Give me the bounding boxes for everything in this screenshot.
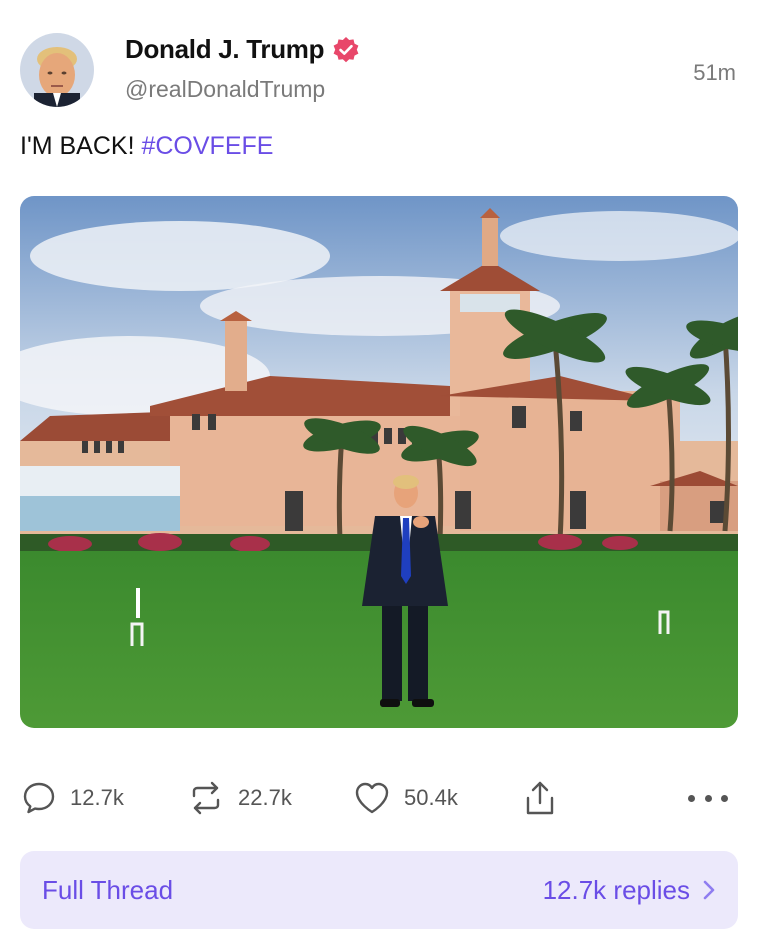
repost-icon [192,781,220,815]
more-icon[interactable] [688,782,728,814]
author-name[interactable]: Donald J. Trump [125,34,324,65]
hashtag-link[interactable]: #COVFEFE [141,132,273,160]
like-button[interactable]: 50.4k [354,778,458,818]
more-dot [704,794,712,802]
post-text: I'M BACK! #COVFEFE [20,132,273,161]
avatar-image [20,33,94,107]
share-button[interactable] [524,778,556,818]
more-dot [688,794,695,802]
like-count: 50.4k [404,785,458,810]
reply-icon [23,782,55,814]
reply-button[interactable]: 12.7k [22,778,124,818]
share-icon [526,781,554,815]
post-text-main: I'M BACK! [20,132,135,160]
action-bar: 12.7k 22.7k 50.4k [20,778,738,818]
post-photo [20,196,738,728]
full-thread-label: Full Thread [42,874,174,905]
verified-badge-icon [333,36,359,62]
like-icon [355,782,389,814]
repost-count: 22.7k [238,785,292,810]
more-dot [721,794,728,802]
post-image[interactable] [20,196,738,728]
repost-button[interactable]: 22.7k [188,778,292,818]
chevron-right-icon [703,880,715,900]
avatar[interactable] [20,33,94,107]
thread-replies-count: 12.7k replies [542,874,690,905]
author-handle[interactable]: @realDonaldTrump [125,76,325,103]
reply-count: 12.7k [70,785,124,810]
full-thread-button[interactable]: Full Thread 12.7k replies [20,851,738,929]
author-row: Donald J. Trump [125,34,360,65]
post-time: 51m [693,60,736,85]
thread-replies-group: 12.7k replies [543,875,716,906]
